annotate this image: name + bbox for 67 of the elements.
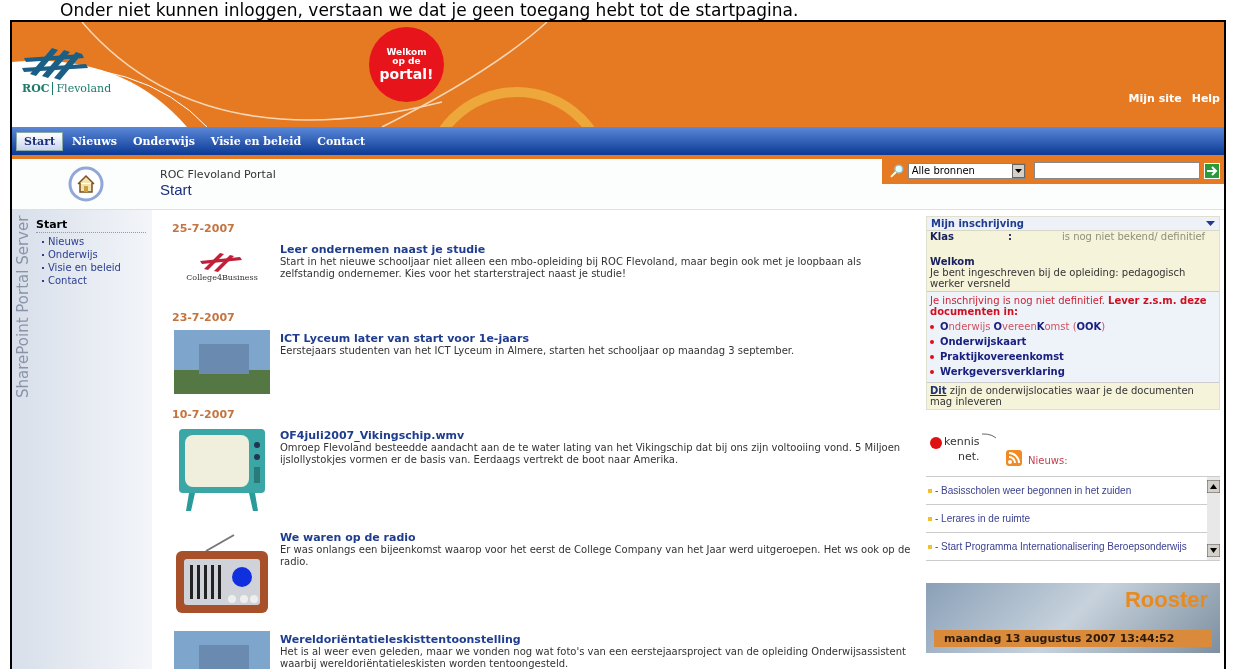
news-summary: Eerstejaars studenten van het ICT Lyceum in Almere, starten het schooljaar op maandag 3 september. (280, 345, 795, 357)
schedule-title: Rooster (1124, 587, 1208, 613)
search-icon (890, 163, 904, 178)
scope-dropdown[interactable]: Alle bronnen (907, 162, 1027, 179)
nav-tab[interactable]: Nieuws (65, 132, 124, 150)
dropdown-arrow-icon (1015, 168, 1023, 173)
sidebar-item[interactable]: Onderwijs (36, 248, 146, 261)
news-feed-item[interactable]: - Basisscholen weer begonnen in het zuiden (926, 477, 1207, 505)
scroll-down-icon[interactable] (1207, 544, 1220, 557)
search-field[interactable] (1034, 162, 1201, 179)
news-title-link[interactable]: Wereldoriëntatieleskisttentoonstelling (280, 633, 521, 646)
news-summary: Omroep Flevoland besteedde aandacht aan de te water lating van het Vikingschip dat bij ons zijn voltooiing vond. 5 Miljoen ijslollystokjes vormen er de basis van. Eerdaags vertrekt de boot naar Amerika. (280, 442, 902, 466)
bullet-icon (930, 369, 934, 374)
sidebar-item[interactable]: Contact (36, 274, 146, 287)
news-title-link[interactable]: OF4juli2007_Vikingschip.wmv (280, 429, 465, 442)
welcome-heading: Welkom (929, 255, 976, 267)
schedule-banner[interactable]: Rooster maandag 13 augustus 2007 13:44:52 (926, 583, 1220, 653)
document-link[interactable]: Praktijkovereenkomst (940, 351, 1064, 362)
field-label: Klas (930, 231, 955, 242)
sidebar-item[interactable]: Visie en beleid (36, 261, 146, 274)
locations-text: Dit zijn de onderwijslocaties waar je de documenten mag inleveren (929, 384, 1195, 409)
bullet-icon (930, 339, 934, 344)
news-summary: Het is al weer even geleden, maar we vonden nog wat foto's van een eerstejaarsproject van de opleiding Onderwijsassistent waarbij wereldoriëntatieleskisten worden tentoongesteld. (280, 646, 907, 669)
arrow-right-icon (1206, 164, 1219, 177)
page-title: Start (160, 181, 193, 198)
dropdown-arrow-icon[interactable] (1206, 221, 1215, 226)
logo-text[interactable]: ROC Flevoland (22, 82, 112, 95)
news-title-link[interactable]: Leer ondernemen naast je studie (280, 243, 486, 256)
home-icon[interactable] (68, 166, 104, 202)
bullet-icon (930, 354, 934, 359)
news-title-link[interactable]: ICT Lyceum later van start voor 1e-jaars (280, 332, 529, 345)
field-separator: : (1008, 231, 1012, 242)
nav-tab[interactable]: Contact (310, 132, 373, 150)
locations-link[interactable]: Dit (930, 385, 947, 396)
news-title-link[interactable]: We waren op de radio (280, 531, 416, 544)
caption-text: Onder niet kunnen inloggen, verstaan we dat je geen toegang hebt tot de startpagina. (60, 0, 799, 20)
document-link[interactable]: Werkgeversverklaring (940, 366, 1065, 377)
search-go-button[interactable] (1204, 162, 1220, 179)
scroll-up-icon[interactable] (1207, 480, 1220, 493)
news-feed-item[interactable]: - Start Programma Internationalisering Beroepsonderwijs (926, 533, 1207, 560)
field-value: is nog niet bekend/ definitief (1062, 231, 1206, 242)
kennisnet-logo[interactable]: kennis net. (930, 432, 1000, 466)
document-link[interactable]: Onderwijs OvereenKomst (OOK) (940, 321, 1106, 332)
document-link[interactable]: Onderwijskaart (940, 336, 1027, 347)
news-feed-item[interactable]: - Lerares in de ruimte (926, 505, 1207, 533)
scrollbar[interactable] (1207, 477, 1220, 560)
schedule-datetime: maandag 13 augustus 2007 13:44:52 (934, 630, 1212, 647)
nav-tab[interactable]: Onderwijs (125, 132, 202, 150)
notice-text: Je inschrijving is nog niet definitief. Lever z.s.m. deze documenten in: (930, 295, 1208, 317)
news-summary: Er was onlangs een bijeenkomst waarop voor het eerst de College Company van het Jaar werd uitgeroepen. Het ws ook op de radio. (280, 544, 912, 568)
welcome-badge: Welkom op de portal! (369, 27, 444, 102)
bullet-icon (930, 324, 934, 329)
sidebar-heading[interactable]: Start (36, 218, 146, 233)
nav-tab[interactable]: Start (16, 131, 64, 151)
watermark-text: SharePoint Portal Server (14, 210, 32, 400)
sidebar-item[interactable]: Nieuws (36, 235, 146, 248)
logo-text: College4Business (186, 273, 258, 282)
welcome-text: Je bent ingeschreven bij de opleiding: pedagogisch werker versneld (928, 267, 1187, 291)
news-date: 23-7-2007 (172, 311, 236, 324)
news-date: 25-7-2007 (172, 222, 236, 235)
logo-icon (200, 251, 244, 273)
news-label: Nieuws: (1028, 455, 1068, 466)
nav-tab[interactable]: Visie en beleid (203, 132, 309, 150)
site-title: ROC Flevoland Portal (160, 168, 277, 181)
panel-title: Mijn inschrijving (931, 218, 1024, 229)
news-date: 10-7-2007 (172, 408, 236, 421)
news-summary: Start in het nieuwe schooljaar niet alleen een mbo-opleiding bij ROC Flevoland, maar begin ook met je loopbaan als zelfstandig ondernemer. Kies voor het starterstraject naast je studie! (280, 256, 863, 280)
